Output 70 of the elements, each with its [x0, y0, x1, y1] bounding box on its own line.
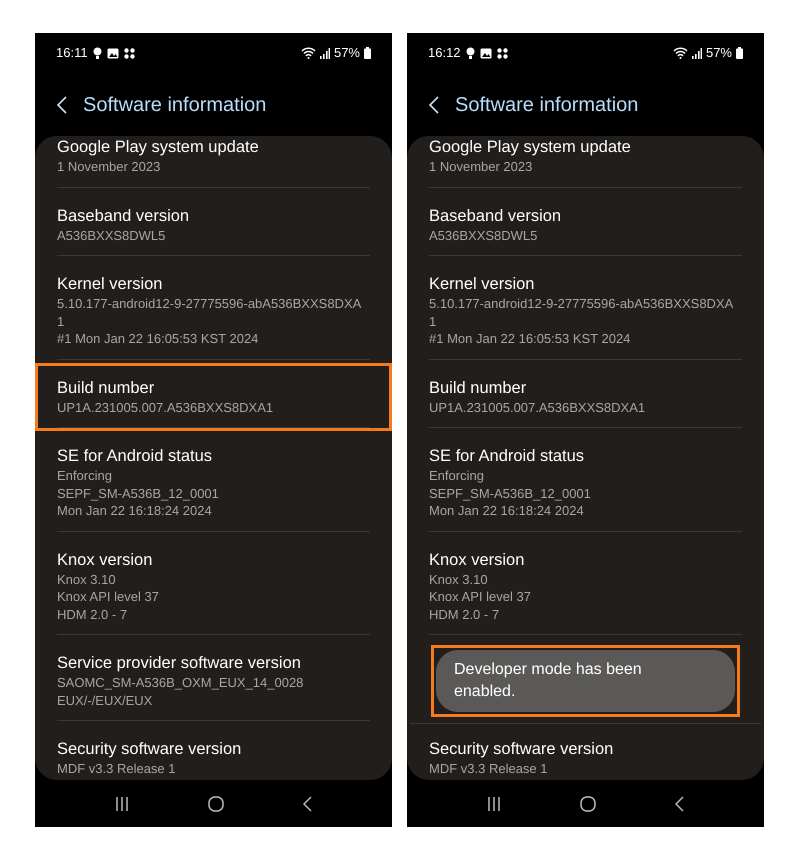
setting-title[interactable]: Knox version [429, 548, 742, 570]
setting-title[interactable]: SE for Android status [57, 445, 370, 467]
back-icon[interactable] [429, 96, 439, 114]
setting-title[interactable]: Service provider software version [57, 652, 370, 674]
setting-value: A536BXXS8DWL5 [57, 226, 166, 244]
dots-icon [124, 48, 135, 58]
setting-value: Mon Jan 22 16:18:24 2024 [429, 502, 585, 520]
setting-value: Knox API level 37 [57, 588, 160, 606]
setting-title[interactable]: Kernel version [57, 273, 370, 295]
setting-value: 1 [429, 312, 438, 330]
setting-value: Mon Jan 22 16:18:24 2024 [57, 502, 213, 520]
setting-value: HDM 2.0 - 7 [57, 606, 128, 623]
setting-value: Knox API level 37 [429, 588, 532, 606]
setting-value: 1 [57, 312, 66, 330]
setting-value: HDM 2.0 - 7 [429, 606, 500, 623]
signal-icon [320, 48, 330, 58]
setting-value: 1 November 2023 [429, 158, 534, 176]
setting-value: EUX/-/EUX/EUX [57, 692, 154, 709]
page-title: Software information [83, 93, 266, 118]
battery-percent: 57% [334, 44, 360, 62]
wifi-icon [672, 47, 688, 59]
setting-value: MDF v3.3 Release 1 [429, 760, 548, 778]
setting-title[interactable]: SE for Android status [429, 445, 742, 467]
setting-title[interactable]: Baseband version [429, 204, 742, 226]
setting-title[interactable]: Security software version [57, 738, 370, 760]
setting-value: Knox 3.10 [429, 570, 489, 588]
setting-title[interactable]: Google Play system update [57, 136, 370, 158]
setting-value: SEPF_SM-A536B_12_0001 [429, 484, 592, 502]
back-nav-icon[interactable] [303, 796, 312, 812]
setting-value: 1 November 2023 [57, 158, 162, 176]
setting-value: UP1A.231005.007.A536BXXS8DXA1 [57, 398, 274, 416]
setting-title[interactable]: Security software version [429, 738, 742, 760]
setting-value: A536BXXS8DWL5 [429, 226, 538, 244]
setting-title[interactable]: Baseband version [57, 204, 370, 226]
status-time: 16:12 [428, 44, 461, 62]
battery-icon [364, 47, 371, 59]
setting-value: 5.10.177-android12-9-27775596-abA536BXXS8DXA [57, 295, 362, 312]
setting-value: #1 Mon Jan 22 16:05:53 KST 2024 [57, 330, 260, 348]
home-icon[interactable] [208, 796, 224, 812]
setting-value: 5.10.177-android12-9-27775596-abA536BXXS8DXA [429, 295, 734, 312]
setting-value: Knox 3.10 [57, 570, 117, 588]
setting-title[interactable]: Google Play system update [429, 136, 742, 158]
page-title: Software information [455, 93, 638, 118]
dots-icon [496, 48, 508, 58]
setting-title[interactable]: Kernel version [429, 273, 742, 295]
bulb-icon [466, 47, 475, 59]
toast-message: Developer mode has been enabled. [436, 650, 735, 712]
setting-value: Enforcing [429, 467, 485, 484]
image-icon [480, 48, 492, 58]
setting-title[interactable]: Build number [429, 376, 742, 398]
back-nav-icon[interactable] [675, 796, 684, 812]
setting-value: MDF v3.3 Release 1 [57, 760, 176, 778]
home-icon[interactable] [580, 796, 596, 812]
recent-apps-icon[interactable] [114, 796, 129, 810]
battery-percent: 57% [706, 44, 732, 62]
setting-value: SAOMC_SM-A536B_OXM_EUX_14_0028 [57, 674, 304, 692]
setting-value: #1 Mon Jan 22 16:05:53 KST 2024 [429, 330, 632, 348]
setting-value: SEPF_SM-A536B_12_0001 [57, 484, 220, 502]
back-icon[interactable] [57, 96, 67, 114]
bulb-icon [92, 47, 102, 59]
signal-icon [692, 48, 702, 58]
battery-icon [736, 47, 743, 59]
recent-apps-icon[interactable] [486, 796, 501, 810]
setting-value: UP1A.231005.007.A536BXXS8DXA1 [429, 398, 646, 416]
image-icon [106, 48, 119, 58]
setting-title[interactable]: Build number [57, 376, 370, 398]
wifi-icon [300, 47, 316, 59]
status-time: 16:11 [56, 44, 88, 62]
setting-value: Enforcing [57, 467, 113, 484]
setting-title[interactable]: Knox version [57, 548, 370, 570]
